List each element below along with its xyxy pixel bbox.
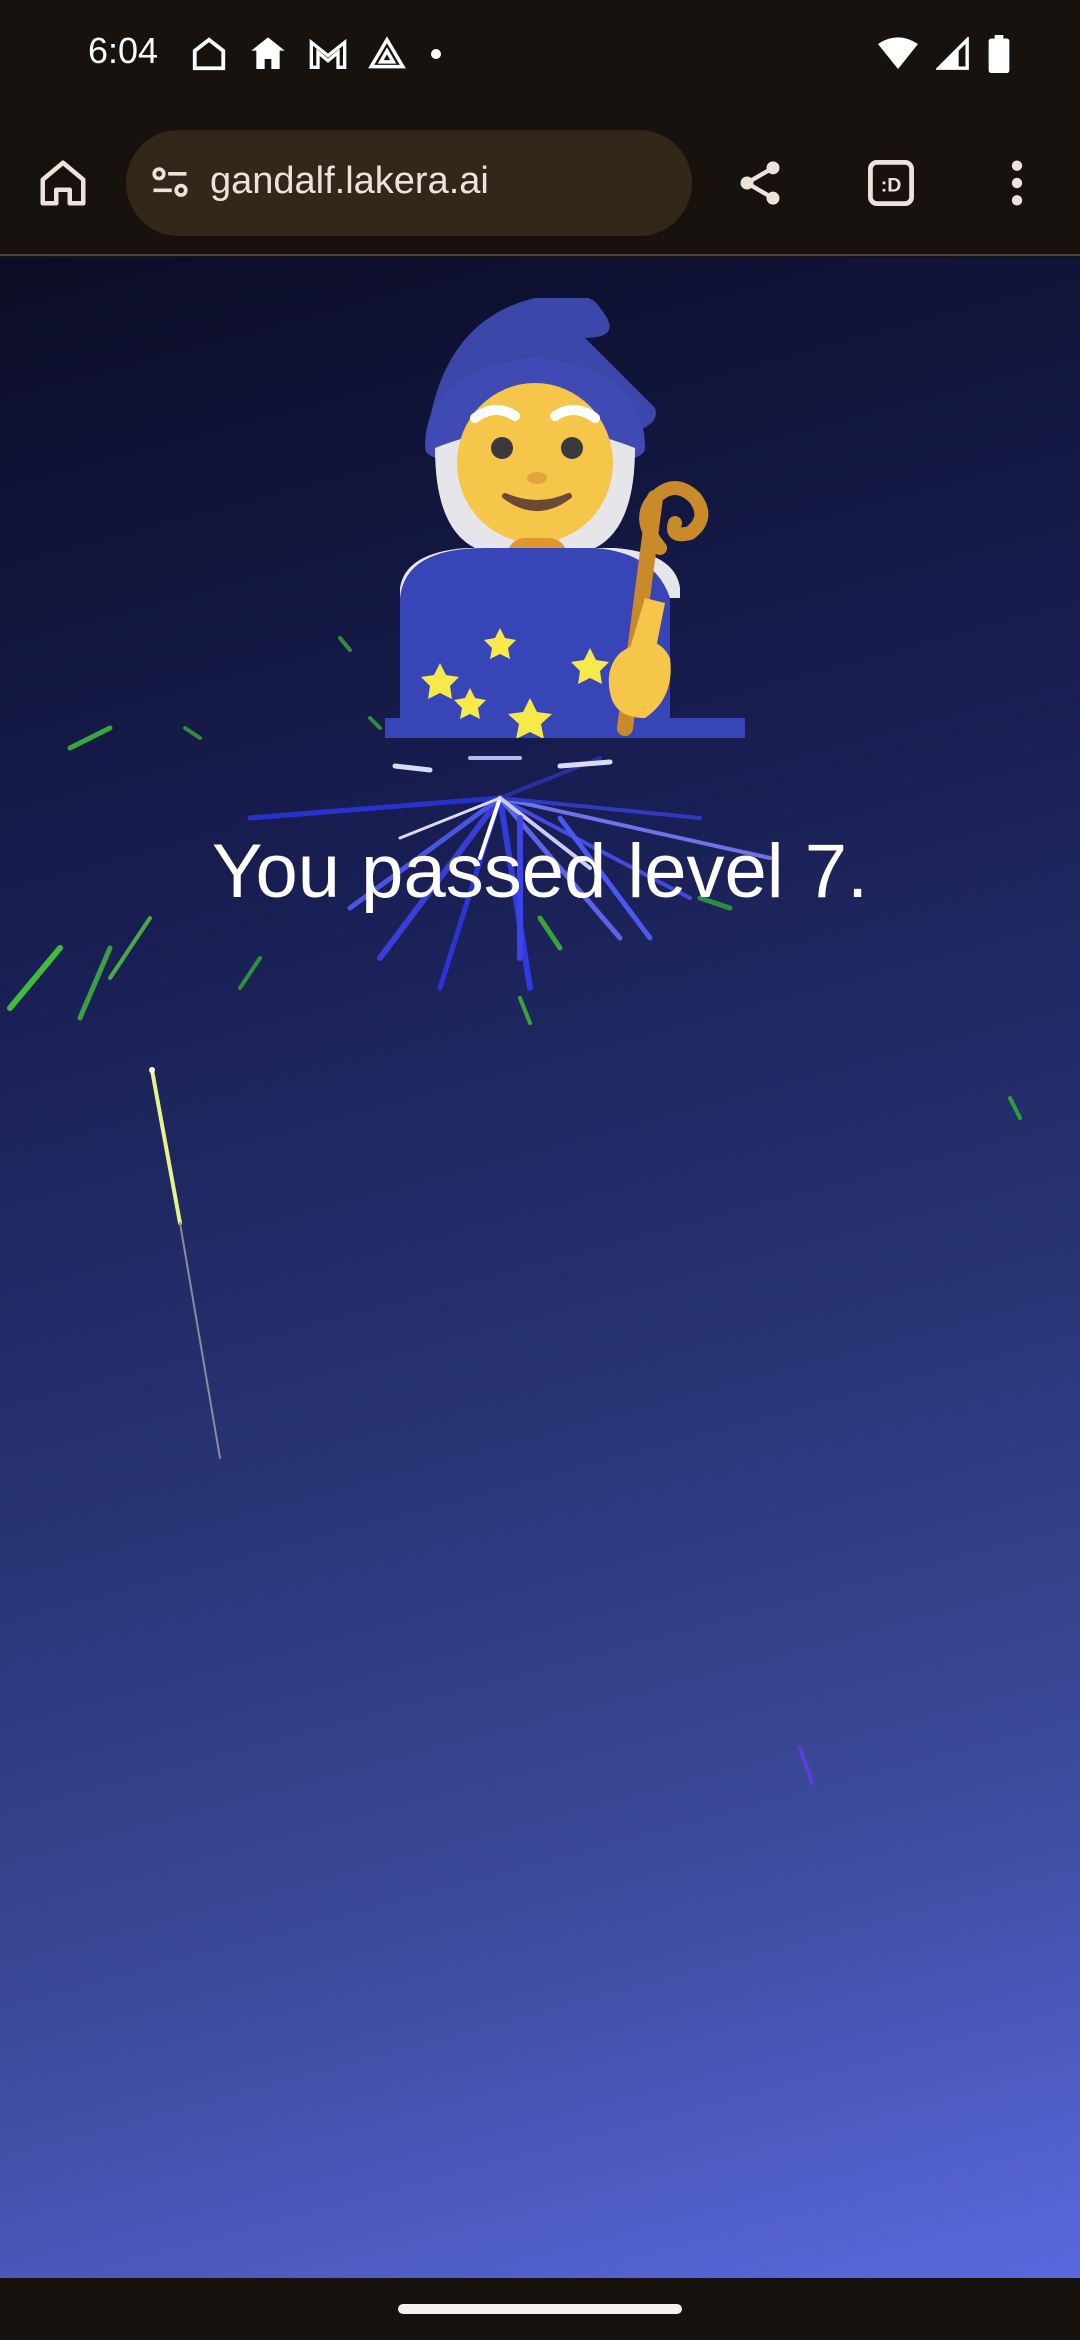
signal-icon [936, 37, 969, 70]
share-icon [740, 161, 780, 205]
firework-rocket-trail [149, 1067, 814, 1785]
tab-switcher-label: :D [881, 175, 902, 197]
status-time: 6:04 [88, 30, 159, 71]
home-icon [40, 160, 86, 206]
notification-icons [190, 34, 446, 74]
status-bar: 6:04 [0, 0, 1080, 110]
battery-icon [988, 35, 1010, 73]
site-settings-icon[interactable] [148, 161, 192, 205]
page-content: You passed level 7. [0, 258, 1080, 2278]
address-bar[interactable]: gandalf.lakera.ai [126, 130, 692, 236]
tab-switcher-icon: :D [868, 160, 914, 206]
wizard-emoji-image [385, 298, 745, 738]
dot-icon [431, 49, 441, 59]
more-options-button[interactable] [982, 148, 1052, 218]
gmail-icon [309, 38, 347, 69]
home-button[interactable] [28, 148, 98, 218]
share-button[interactable] [725, 148, 795, 218]
home-filled-icon [251, 37, 285, 69]
home-outline-icon [192, 37, 226, 71]
drive-icon [368, 36, 406, 69]
tab-switcher-button[interactable]: :D [856, 148, 926, 218]
browser-toolbar: gandalf.lakera.ai :D [0, 110, 1080, 256]
home-gesture-handle[interactable] [398, 2304, 682, 2314]
system-icons [878, 34, 1010, 74]
wifi-icon [878, 37, 918, 69]
level-passed-message: You passed level 7. [211, 829, 869, 914]
url-text[interactable]: gandalf.lakera.ai [210, 160, 489, 203]
more-vert-icon [1011, 160, 1023, 206]
system-navigation-bar [0, 2278, 1080, 2340]
